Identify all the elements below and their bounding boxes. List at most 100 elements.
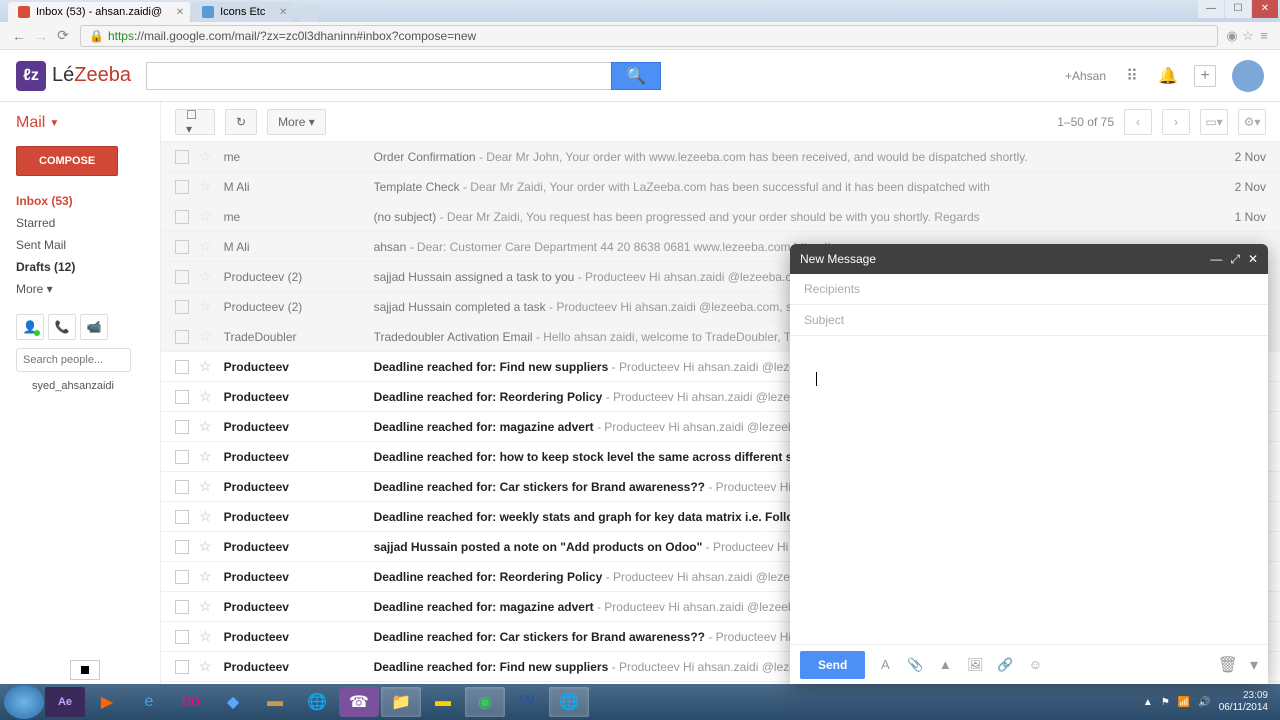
row-checkbox[interactable] xyxy=(175,300,189,314)
product-switcher[interactable]: Mail ▼ xyxy=(16,114,160,132)
close-tab-icon[interactable]: ✕ xyxy=(176,7,184,18)
taskbar-app-word[interactable]: W xyxy=(507,687,547,717)
density-button[interactable]: ▭▾ xyxy=(1200,109,1228,135)
taskbar-app-ae[interactable]: Ae xyxy=(45,687,85,717)
row-checkbox[interactable] xyxy=(175,330,189,344)
row-checkbox[interactable] xyxy=(175,420,189,434)
star-icon[interactable]: ☆ xyxy=(199,538,212,555)
star-icon[interactable]: ☆ xyxy=(199,568,212,585)
row-checkbox[interactable] xyxy=(175,570,189,584)
star-icon[interactable]: ☆ xyxy=(199,358,212,375)
account-avatar[interactable] xyxy=(1232,60,1264,92)
taskbar-app-ie[interactable]: e xyxy=(129,687,169,717)
star-icon[interactable]: ☆ xyxy=(199,508,212,525)
taskbar-app-chrome-running[interactable]: 🌐 xyxy=(549,687,589,717)
row-checkbox[interactable] xyxy=(175,600,189,614)
search-input[interactable] xyxy=(146,62,611,90)
hangouts-contacts-button[interactable]: 👤 xyxy=(16,314,44,340)
row-checkbox[interactable] xyxy=(175,360,189,374)
prev-page-button[interactable]: ‹ xyxy=(1124,109,1152,135)
refresh-button[interactable]: ↻ xyxy=(225,109,257,135)
taskbar-app-media[interactable]: ▶ xyxy=(87,687,127,717)
select-all-checkbox[interactable]: ☐ ▾ xyxy=(175,109,215,135)
hangouts-video-button[interactable]: 📹 xyxy=(80,314,108,340)
taskbar-app-viber[interactable]: ☎ xyxy=(339,687,379,717)
star-icon[interactable]: ☆ xyxy=(199,598,212,615)
taskbar-app-box[interactable]: ◆ xyxy=(213,687,253,717)
browser-tab-gmail[interactable]: Inbox (53) - ahsan.zaidi@ ✕ xyxy=(8,2,190,22)
recipients-field[interactable]: Recipients xyxy=(790,274,1268,305)
tray-volume-icon[interactable]: 🔊 xyxy=(1198,697,1210,708)
emoji-icon[interactable]: ☺ xyxy=(1025,657,1045,672)
row-checkbox[interactable] xyxy=(175,480,189,494)
row-checkbox[interactable] xyxy=(175,180,189,194)
settings-button[interactable]: ⚙▾ xyxy=(1238,109,1266,135)
window-minimize-button[interactable]: — xyxy=(1198,0,1224,18)
menu-icon[interactable]: ≡ xyxy=(1256,28,1272,43)
star-icon[interactable]: ☆ xyxy=(199,448,212,465)
apps-icon[interactable]: ⠿ xyxy=(1122,66,1142,86)
row-checkbox[interactable] xyxy=(175,660,189,674)
browser-tab-icons[interactable]: Icons Etc ✕ xyxy=(192,2,293,22)
email-row[interactable]: ☆meOrder Confirmation - Dear Mr John, Yo… xyxy=(161,142,1280,172)
taskbar-app-chrome[interactable]: 🌐 xyxy=(297,687,337,717)
close-tab-icon[interactable]: ✕ xyxy=(279,7,287,18)
google-plus-link[interactable]: +Ahsan xyxy=(1065,69,1106,83)
sidebar-nav-item[interactable]: Sent Mail xyxy=(16,234,160,256)
taskbar-app-explorer[interactable]: 📁 xyxy=(381,687,421,717)
tray-flag-icon[interactable]: ⚑ xyxy=(1161,697,1170,708)
tray-clock[interactable]: 23:09 06/11/2014 xyxy=(1219,690,1268,714)
window-maximize-button[interactable]: ☐ xyxy=(1225,0,1251,18)
hangouts-toggle[interactable] xyxy=(70,660,100,680)
discard-icon[interactable]: 🗑 xyxy=(1218,655,1238,675)
star-icon[interactable]: ☆ xyxy=(199,208,212,225)
compose-close-icon[interactable]: ✕ xyxy=(1248,252,1258,267)
taskbar-app-oo[interactable]: oo xyxy=(171,687,211,717)
star-icon[interactable]: ☆ xyxy=(199,268,212,285)
hangouts-call-button[interactable]: 📞 xyxy=(48,314,76,340)
star-icon[interactable]: ☆ xyxy=(199,628,212,645)
star-icon[interactable]: ☆ xyxy=(199,148,212,165)
email-row[interactable]: ☆M AliTemplate Check - Dear Mr Zaidi, Yo… xyxy=(161,172,1280,202)
start-button[interactable] xyxy=(4,685,44,719)
row-checkbox[interactable] xyxy=(175,240,189,254)
compose-body[interactable] xyxy=(790,336,1268,644)
back-button[interactable]: ← xyxy=(8,28,30,44)
reload-button[interactable]: ⟳ xyxy=(52,27,74,44)
row-checkbox[interactable] xyxy=(175,150,189,164)
more-button[interactable]: More ▾ xyxy=(267,109,326,135)
drive-icon[interactable]: ▲ xyxy=(935,657,955,672)
extension-icon[interactable]: ◉ xyxy=(1224,28,1240,44)
compose-more-icon[interactable]: ▾ xyxy=(1250,655,1258,675)
notifications-icon[interactable]: 🔔 xyxy=(1158,66,1178,86)
forward-button[interactable]: → xyxy=(30,28,52,44)
star-icon[interactable]: ☆ xyxy=(199,328,212,345)
star-icon[interactable]: ☆ xyxy=(199,178,212,195)
taskbar-app-stack[interactable]: ▬ xyxy=(255,687,295,717)
star-icon[interactable]: ☆ xyxy=(199,658,212,675)
hangouts-contact[interactable]: syed_ahsanzaidi xyxy=(16,378,160,394)
row-checkbox[interactable] xyxy=(175,450,189,464)
send-button[interactable]: Send xyxy=(800,651,865,679)
sidebar-nav-item[interactable]: Drafts (12) xyxy=(16,256,160,278)
tray-network-icon[interactable]: 📶 xyxy=(1178,697,1190,708)
search-people-input[interactable] xyxy=(16,348,131,372)
compose-button[interactable]: COMPOSE xyxy=(16,146,118,176)
star-icon[interactable]: ☆ xyxy=(199,238,212,255)
row-checkbox[interactable] xyxy=(175,270,189,284)
star-icon[interactable]: ☆ xyxy=(199,478,212,495)
system-tray[interactable]: ▲ ⚑ 📶 🔊 23:09 06/11/2014 xyxy=(1143,690,1276,714)
share-icon[interactable]: + xyxy=(1194,65,1216,87)
row-checkbox[interactable] xyxy=(175,630,189,644)
star-icon[interactable]: ☆ xyxy=(199,418,212,435)
logo[interactable]: ℓz LéZeeba xyxy=(16,61,146,91)
star-icon[interactable]: ☆ xyxy=(199,388,212,405)
new-tab-button[interactable] xyxy=(299,6,319,22)
formatting-icon[interactable]: A xyxy=(875,657,895,672)
subject-field[interactable]: Subject xyxy=(790,305,1268,336)
sidebar-nav-item[interactable]: Inbox (53) xyxy=(16,190,160,212)
compose-header[interactable]: New Message — ⤢ ✕ xyxy=(790,244,1268,274)
row-checkbox[interactable] xyxy=(175,510,189,524)
link-icon[interactable]: 🔗 xyxy=(995,657,1015,673)
taskbar-app-notes[interactable]: ▬ xyxy=(423,687,463,717)
